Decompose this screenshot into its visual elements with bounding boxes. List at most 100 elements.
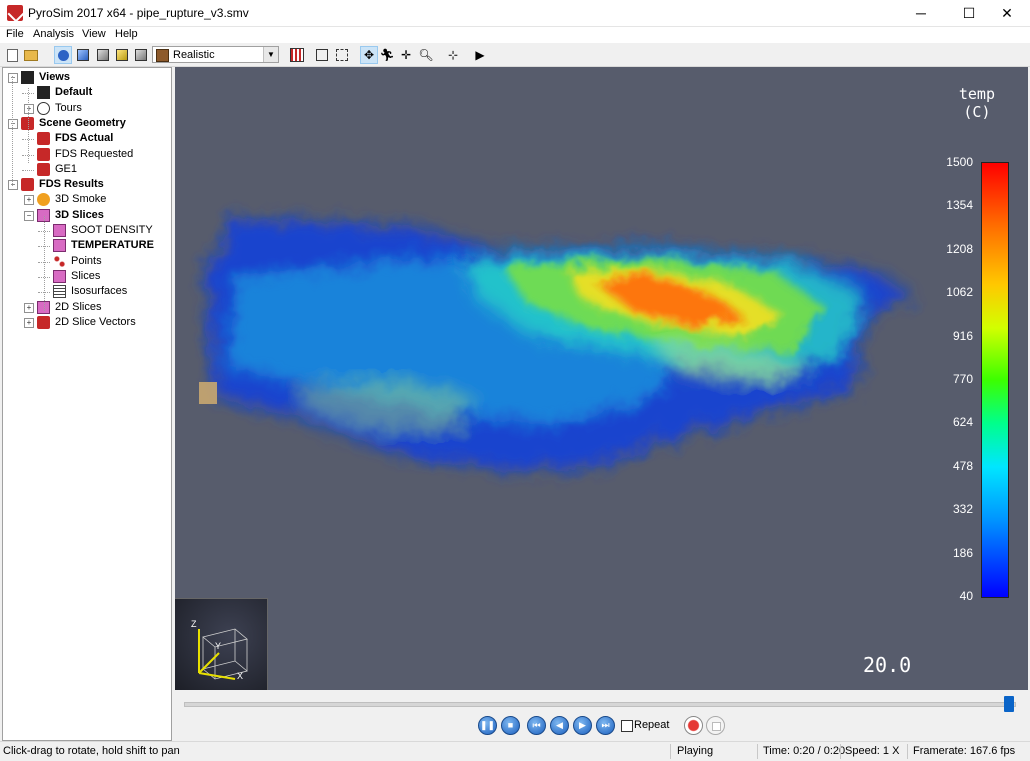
bounding-box-icon[interactable] [313, 46, 331, 64]
tree-item-label: Points [71, 254, 102, 267]
zoom-icon[interactable]: 🔍︎ [417, 46, 435, 64]
minimize-button[interactable]: ─ [898, 0, 944, 26]
record-button[interactable] [684, 716, 703, 735]
navigation-tree: − Views Default + Tours − Scene Geometry FDS Ac… [2, 67, 172, 741]
tree-item[interactable]: − FDS Results [3, 178, 169, 192]
open-folder-icon[interactable] [22, 46, 40, 64]
view-top-icon[interactable] [74, 46, 92, 64]
tree-item-label: SOOT DENSITY [71, 224, 153, 236]
slice-icon [53, 239, 66, 253]
menu-file[interactable]: File [6, 28, 24, 40]
grid-toggle-icon[interactable] [288, 46, 306, 64]
tree-item-label: FDS Results [39, 178, 104, 191]
menu-view[interactable]: View [82, 28, 106, 40]
colorbar-tick-label: 624 [952, 415, 973, 430]
skip-to-start-button[interactable]: ⏮ [527, 716, 546, 735]
axis-z-label: Z [191, 619, 197, 629]
view-side-icon[interactable] [113, 46, 131, 64]
stop-button[interactable]: ■ [501, 716, 520, 735]
tree-item-label: FDS Requested [55, 147, 134, 160]
collapse-icon[interactable]: − [8, 73, 18, 83]
roam-icon[interactable]: ⊹ [444, 46, 462, 64]
tree-item-label: FDS Actual [55, 132, 114, 145]
render-mode-value: Realistic [173, 49, 215, 61]
collapse-icon[interactable]: − [8, 180, 18, 191]
stop-recording-button[interactable] [706, 716, 725, 735]
legend-variable: temp [958, 85, 995, 103]
tree-item[interactable]: Slices [3, 269, 169, 284]
menu-analysis[interactable]: Analysis [33, 28, 74, 40]
colorbar-tick-label: 916 [952, 328, 973, 343]
camera-icon [37, 86, 50, 100]
render-mode-select[interactable]: Realistic ▼ [152, 46, 279, 63]
status-speed: Speed: 1 X [845, 745, 900, 757]
walk-icon[interactable]: 🏃︎ [378, 46, 396, 64]
colorbar-tick-label: 478 [952, 458, 973, 473]
colorbar-tick-label: 1062 [946, 285, 973, 300]
tree-connector [44, 216, 45, 311]
legend-title: temp (C) [959, 85, 995, 121]
tree-connector [22, 169, 34, 171]
status-framerate: Framerate: 167.6 fps [913, 745, 1016, 757]
tree-item[interactable]: − 3D Slices [3, 208, 169, 223]
colorbar-tick-label: 1208 [946, 241, 973, 256]
repeat-checkbox[interactable] [621, 720, 633, 732]
menu-help[interactable]: Help [115, 28, 138, 40]
pause-button[interactable]: ❚❚ [478, 716, 497, 735]
expand-icon[interactable]: + [24, 103, 34, 114]
time-slider-track[interactable] [184, 702, 1016, 707]
orientation-axes: Z Y X [175, 598, 268, 690]
view-front-icon[interactable] [94, 46, 112, 64]
new-file-icon[interactable] [3, 46, 21, 64]
window-title: PyroSim 2017 x64 - pipe_rupture_v3.smv [28, 6, 249, 20]
slice-icon [53, 269, 66, 283]
tree-item[interactable]: +2D Slices [3, 300, 169, 315]
tree-item-label: Isosurfaces [71, 285, 128, 298]
axis-x-label: X [237, 671, 243, 681]
close-button[interactable]: ✕ [984, 0, 1030, 26]
smoke-icon [37, 193, 50, 207]
tree-connector [28, 88, 29, 163]
collapse-icon[interactable]: − [24, 210, 34, 221]
status-separator [907, 744, 908, 759]
wireframe-icon[interactable] [333, 46, 351, 64]
skip-to-end-button[interactable]: ⏭ [596, 716, 615, 735]
tour-icon [37, 101, 50, 115]
expand-icon[interactable]: + [24, 302, 34, 313]
collapse-icon[interactable]: − [8, 118, 18, 129]
tree-item[interactable]: +3D Smoke [3, 193, 169, 207]
tree-item[interactable]: GE1 [3, 162, 169, 177]
legend-unit: (C) [963, 103, 991, 121]
time-display: 20.0 [863, 653, 912, 677]
colorbar-tick-label: 40 [959, 589, 973, 603]
perspective-view-icon[interactable] [54, 46, 72, 64]
tree-item[interactable]: TEMPERATURE [3, 239, 169, 253]
orbit-icon[interactable]: ✥ [360, 46, 378, 64]
colorbar-tick-label: 770 [952, 372, 973, 386]
colorbar-tick-label: 332 [952, 502, 973, 517]
status-separator [840, 744, 841, 759]
step-back-button[interactable]: ◀ [550, 716, 569, 735]
tree-item[interactable]: Points [3, 254, 169, 269]
tree-item-label: 2D Slices [55, 300, 102, 313]
points-icon [53, 254, 66, 268]
3d-viewport[interactable]: temp (C) 1500 1354 1208 1062 916 770 624 478 332… [175, 67, 1028, 690]
step-forward-button[interactable]: ▶ [573, 716, 592, 735]
pan-icon[interactable]: ✛ [397, 46, 415, 64]
view-iso-icon[interactable] [132, 46, 150, 64]
time-slider-thumb[interactable] [1004, 696, 1014, 712]
expand-icon[interactable]: + [24, 317, 34, 328]
camera-icon[interactable]: ▶ [471, 46, 489, 64]
tree-item[interactable]: +2D Slice Vectors [3, 315, 169, 330]
render-mode-icon [156, 49, 169, 62]
geometry-icon [37, 315, 50, 329]
views-icon [21, 71, 34, 84]
results-icon [21, 178, 34, 192]
tree-item[interactable]: Isosurfaces [3, 285, 169, 299]
chevron-down-icon: ▼ [263, 47, 278, 62]
axes-gizmo: Z Y X [191, 619, 248, 681]
geometry-icon [37, 162, 50, 176]
tree-item[interactable]: − Views [3, 71, 169, 85]
tree-item[interactable]: SOOT DENSITY [3, 224, 169, 238]
expand-icon[interactable]: + [24, 195, 34, 206]
